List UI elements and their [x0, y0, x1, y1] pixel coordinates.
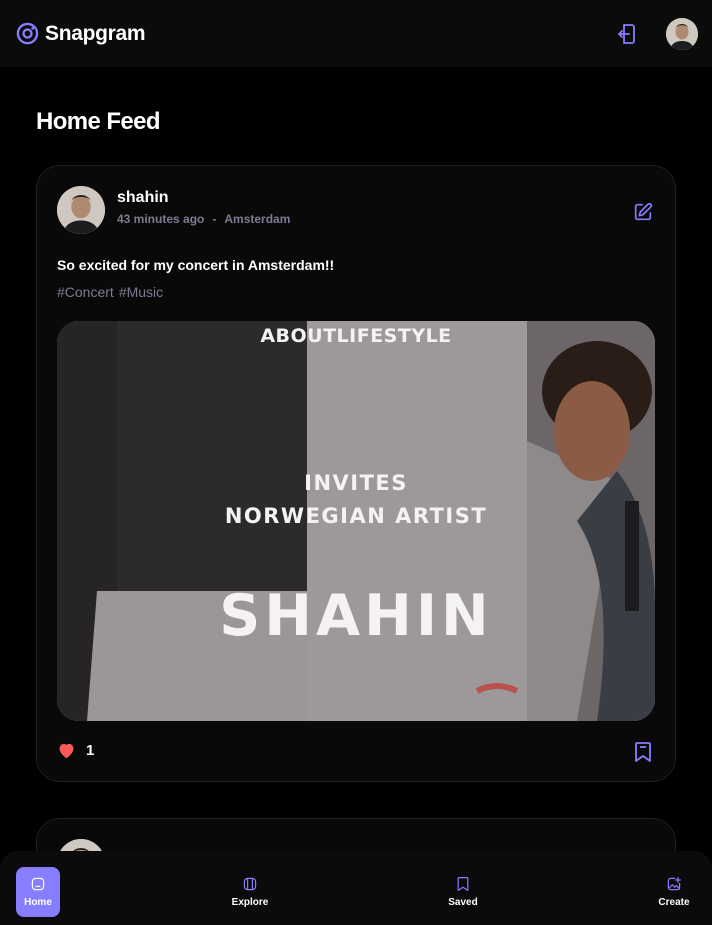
edit-icon	[634, 202, 653, 221]
top-bar: Snapgram	[0, 0, 712, 67]
nav-saved[interactable]: Saved	[441, 867, 485, 917]
nav-label: Explore	[231, 897, 269, 908]
post-username[interactable]: shahin	[117, 189, 290, 207]
post-author-avatar[interactable]	[57, 186, 105, 234]
gallery-icon	[243, 877, 257, 891]
bookmark-icon	[457, 877, 469, 891]
post-card: shahin 43 minutes ago - Amsterdam So exc…	[36, 165, 676, 782]
save-post-button[interactable]	[631, 740, 655, 764]
nav-label: Home	[24, 897, 52, 908]
like-count: 1	[86, 742, 95, 759]
nav-home[interactable]: Home	[16, 867, 60, 917]
post-image[interactable]: ABOUTLIFESTYLE INVITES NORWEGIAN ARTIST …	[57, 321, 655, 721]
meta-separator: -	[212, 211, 217, 226]
edit-post-button[interactable]	[631, 200, 655, 224]
avatar-image	[57, 186, 105, 234]
heart-icon[interactable]	[57, 742, 76, 759]
post-tags: #Concert #Music	[57, 284, 163, 300]
tag[interactable]: #Concert	[57, 284, 114, 300]
poster-text: NORWEGIAN ARTIST	[224, 504, 488, 528]
poster-headline: SHAHIN	[219, 583, 493, 649]
nav-label: Saved	[448, 897, 478, 908]
post-time: 43 minutes ago	[117, 211, 205, 226]
logout-icon	[618, 23, 635, 44]
post-location: Amsterdam	[224, 211, 291, 226]
poster-text: INVITES	[304, 471, 408, 495]
like-section: 1	[57, 742, 94, 759]
avatar-image	[666, 17, 698, 50]
profile-avatar[interactable]	[666, 17, 698, 50]
nav-label: Create	[658, 897, 690, 908]
create-post-icon	[667, 877, 681, 891]
nav-explore[interactable]: Explore	[228, 867, 272, 917]
nav-create[interactable]: Create	[652, 867, 696, 917]
post-caption: So excited for my concert in Amsterdam!!	[57, 257, 335, 273]
poster-text: ABOUTLIFESTYLE	[260, 325, 452, 347]
app-name: Snapgram	[45, 21, 146, 45]
snapgram-logo-icon	[16, 22, 39, 45]
bookmark-icon	[635, 742, 651, 762]
bottom-nav: Home Explore Saved Create	[0, 851, 712, 925]
page-title: Home Feed	[36, 108, 161, 135]
brand-link[interactable]: Snapgram	[16, 21, 146, 46]
logout-button[interactable]	[614, 22, 638, 46]
home-icon	[31, 877, 45, 891]
tag[interactable]: #Music	[119, 284, 163, 300]
